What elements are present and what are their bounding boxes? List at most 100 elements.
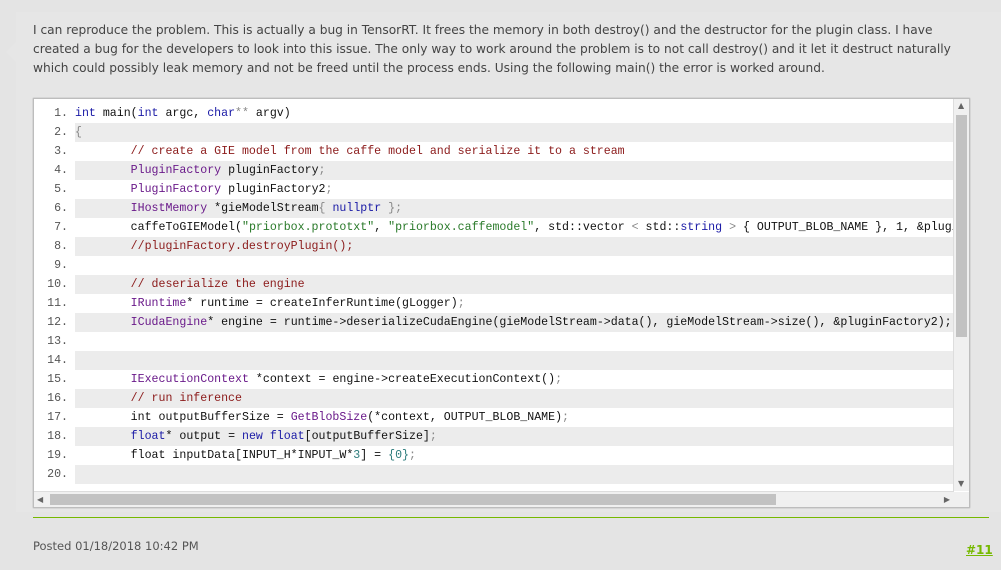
code-token: main( xyxy=(95,107,138,120)
line-code: IExecutionContext *context = engine->cre… xyxy=(75,370,954,389)
code-line: 13. xyxy=(34,332,954,351)
code-token: PluginFactory xyxy=(130,164,222,177)
line-number: 6. xyxy=(34,199,75,218)
code-token: IHostMemory xyxy=(130,202,208,215)
code-token: char xyxy=(207,107,236,120)
code-token: std:: xyxy=(638,221,681,234)
line-number: 14. xyxy=(34,351,75,370)
line-code: int main(int argc, char** argv) xyxy=(75,104,954,123)
code-line: 15. IExecutionContext *context = engine-… xyxy=(34,370,954,389)
code-token: ** xyxy=(235,107,249,120)
code-token: *gieModelStream xyxy=(207,202,319,215)
line-code: caffeToGIEModel("priorbox.prototxt", "pr… xyxy=(75,218,954,237)
code-line: 18. float* output = new float[outputBuff… xyxy=(34,427,954,446)
code-line: 2.{ xyxy=(34,123,954,142)
code-token: nullptr xyxy=(332,202,382,215)
code-token: [outputBufferSize] xyxy=(304,430,430,443)
code-token: string xyxy=(680,221,723,234)
horizontal-scrollbar[interactable]: ◀ ▶ xyxy=(34,491,954,507)
code-token: ; xyxy=(408,449,416,462)
code-line: 16. // run inference xyxy=(34,389,954,408)
code-token: IRuntime xyxy=(130,297,187,310)
code-line: 14. xyxy=(34,351,954,370)
line-number: 5. xyxy=(34,180,75,199)
line-code: //pluginFactory.destroyPlugin(); xyxy=(75,237,954,256)
line-code: IHostMemory *gieModelStream{ nullptr }; xyxy=(75,199,954,218)
line-code: float inputData[INPUT_H*INPUT_W*3] = {0}… xyxy=(75,446,954,465)
code-token: * runtime = createInferRuntime(gLogger) xyxy=(186,297,458,310)
code-token: argc, xyxy=(158,107,208,120)
scroll-up-icon[interactable]: ▲ xyxy=(958,101,964,111)
code-line: 4. PluginFactory pluginFactory; xyxy=(34,161,954,180)
code-token: }; xyxy=(381,202,403,215)
line-number: 4. xyxy=(34,161,75,180)
code-token: PluginFactory xyxy=(130,183,222,196)
code-token: ; xyxy=(457,297,465,310)
line-code: // create a GIE model from the caffe mod… xyxy=(75,142,954,161)
line-number: 15. xyxy=(34,370,75,389)
code-line: 7. caffeToGIEModel("priorbox.prototxt", … xyxy=(34,218,954,237)
scroll-right-icon[interactable]: ▶ xyxy=(944,495,950,505)
line-number: 16. xyxy=(34,389,75,408)
scrollbar-corner xyxy=(954,492,969,507)
code-token: int outputBufferSize = xyxy=(75,411,291,424)
code-token: ; xyxy=(325,183,333,196)
code-token: {0} xyxy=(388,449,409,462)
code-line: 17. int outputBufferSize = GetBlobSize(*… xyxy=(34,408,954,427)
code-token: //pluginFactory.destroyPlugin(); xyxy=(75,240,354,253)
code-token: caffeToGIEModel( xyxy=(75,221,242,234)
code-token: "priorbox.prototxt" xyxy=(241,221,375,234)
line-number: 7. xyxy=(34,218,75,237)
line-number: 12. xyxy=(34,313,75,332)
line-code: float* output = new float[outputBufferSi… xyxy=(75,427,954,446)
scroll-left-icon[interactable]: ◀ xyxy=(37,495,43,505)
code-token: IExecutionContext xyxy=(130,373,249,386)
code-token: pluginFactory2 xyxy=(221,183,326,196)
line-code: // deserialize the engine xyxy=(75,275,954,294)
code-token: { xyxy=(318,202,333,215)
code-token: * output = xyxy=(165,430,242,443)
code-token: > xyxy=(729,221,737,234)
line-code: ICudaEngine* engine = runtime->deseriali… xyxy=(75,313,954,332)
code-line: 12. ICudaEngine* engine = runtime->deser… xyxy=(34,313,954,332)
line-number: 8. xyxy=(34,237,75,256)
code-token: ICudaEngine xyxy=(130,316,208,329)
code-line: 9. xyxy=(34,256,954,275)
line-number: 19. xyxy=(34,446,75,465)
code-token: float inputData[INPUT_H*INPUT_W* xyxy=(75,449,354,462)
code-line: 3. // create a GIE model from the caffe … xyxy=(34,142,954,161)
code-token: new xyxy=(242,430,263,443)
vertical-scrollbar[interactable]: ▲ ▼ xyxy=(953,99,969,491)
code-token: "priorbox.caffemodel" xyxy=(388,221,535,234)
scroll-down-icon[interactable]: ▼ xyxy=(958,479,964,489)
post-timestamp: Posted 01/18/2018 10:42 PM xyxy=(33,539,199,553)
line-number: 10. xyxy=(34,275,75,294)
code-token: < xyxy=(631,221,639,234)
code-line: 10. // deserialize the engine xyxy=(34,275,954,294)
code-block: 1. int main(int argc, char** argv) 2.{3. /… xyxy=(33,98,970,508)
line-number: 20. xyxy=(34,465,75,484)
code-line: 20. xyxy=(34,465,954,484)
code-lines: 1. int main(int argc, char** argv) 2.{3. /… xyxy=(34,104,954,484)
code-token: // deserialize the engine xyxy=(75,278,305,291)
post-permalink[interactable]: #11 xyxy=(966,543,993,557)
code-token: GetBlobSize xyxy=(290,411,368,424)
horizontal-scroll-thumb[interactable] xyxy=(50,494,776,505)
code-token: ; xyxy=(318,164,326,177)
code-token: { xyxy=(75,126,82,139)
line-number: 1. xyxy=(34,104,75,123)
code-token: ; xyxy=(429,430,437,443)
code-token: ; xyxy=(562,411,569,424)
code-token: pluginFactory xyxy=(221,164,319,177)
vertical-scroll-thumb[interactable] xyxy=(956,115,967,337)
code-token: float xyxy=(269,430,305,443)
